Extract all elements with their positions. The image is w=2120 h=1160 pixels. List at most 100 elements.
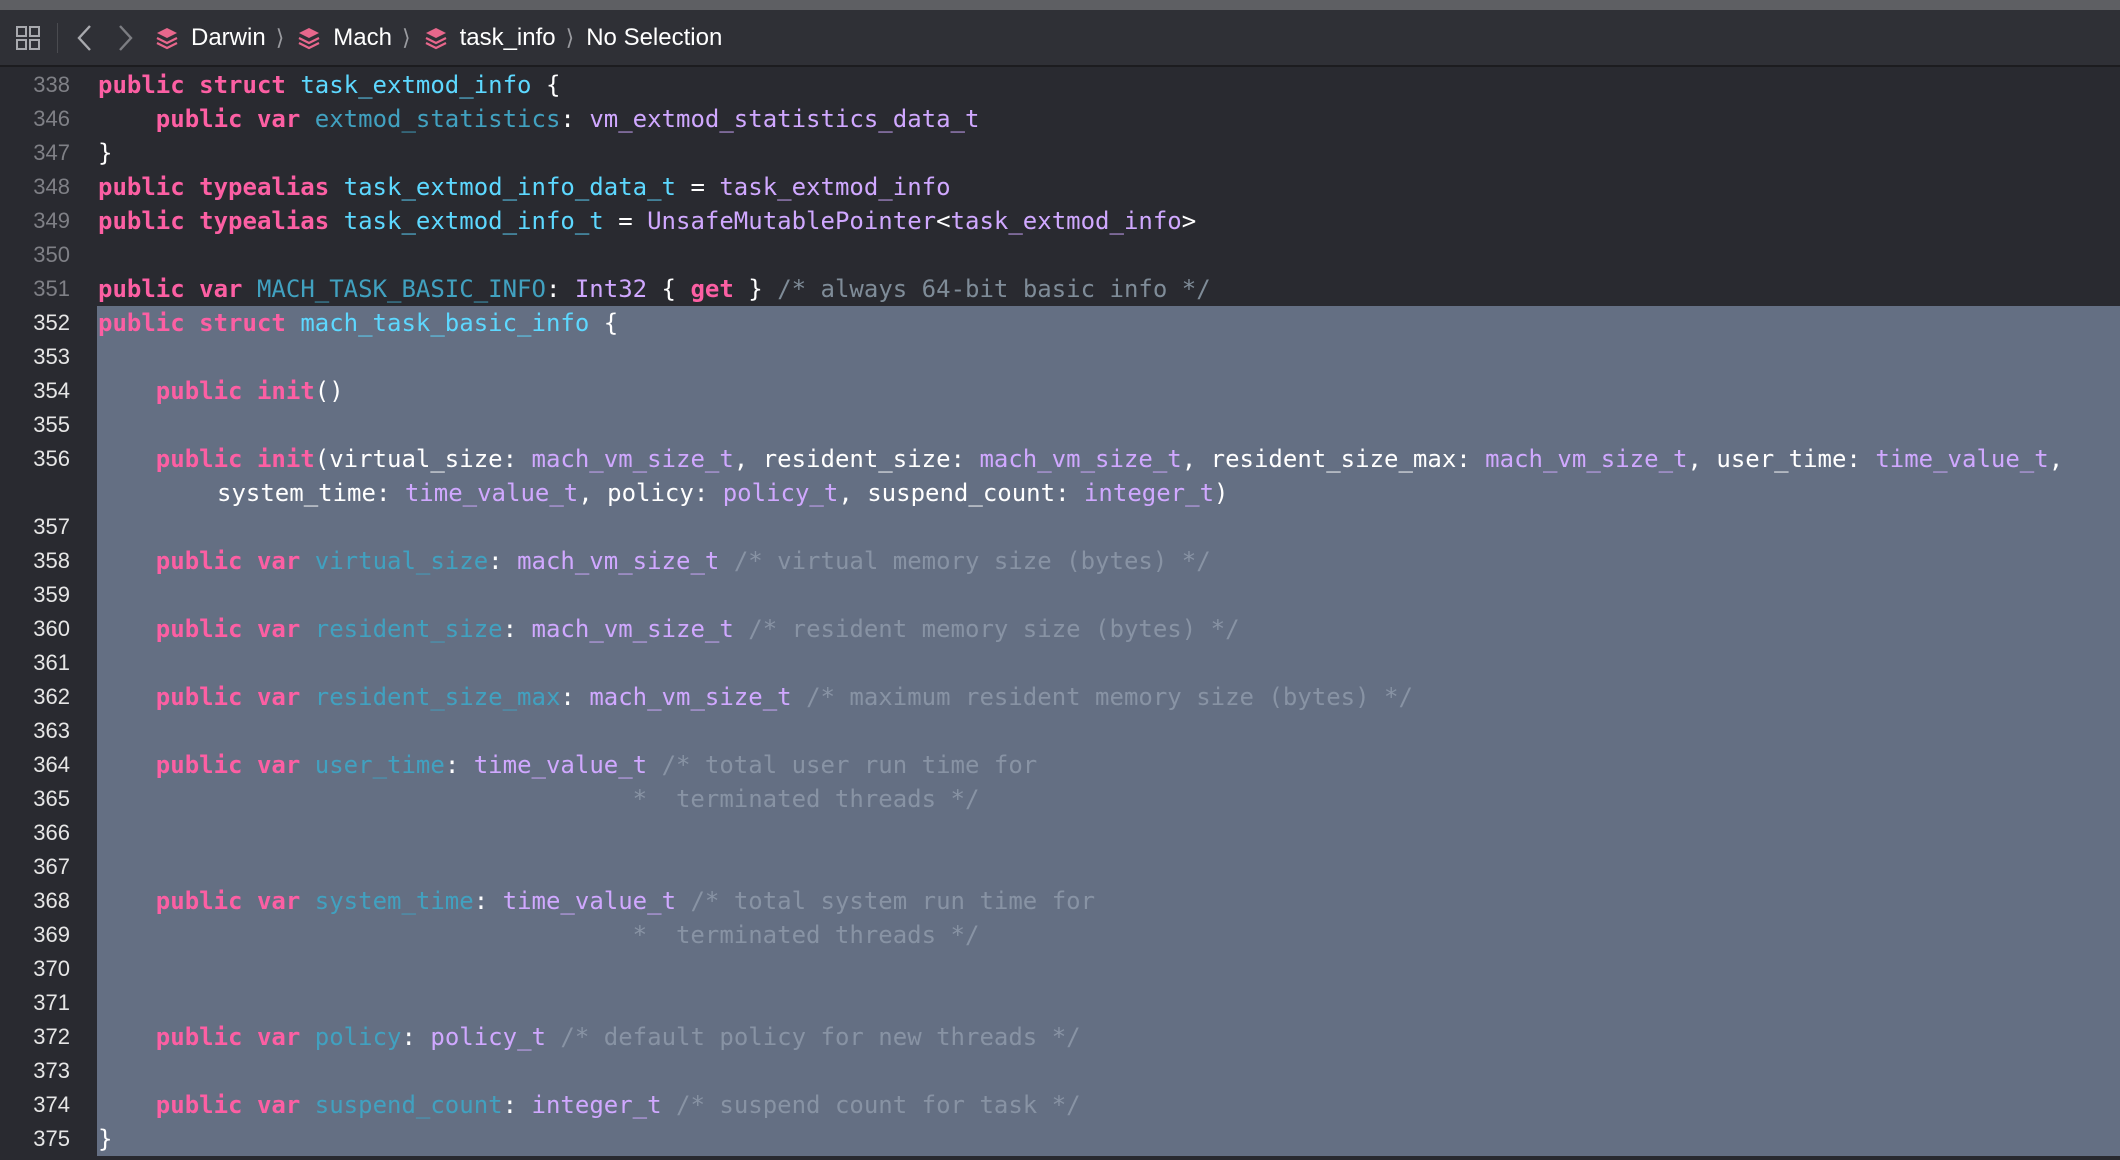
- keyword-token: var: [256, 751, 301, 779]
- keyword-token: public: [155, 751, 243, 779]
- code-token: , resident_size:: [733, 445, 980, 473]
- code-line[interactable]: 372 public var policy: policy_t /* defau…: [0, 1020, 2120, 1054]
- code-line[interactable]: 358 public var virtual_size: mach_vm_siz…: [0, 544, 2120, 578]
- code-line[interactable]: 362 public var resident_size_max: mach_v…: [0, 680, 2120, 714]
- wrapped-line-continuation: system_time: time_value_t, policy: polic…: [98, 476, 2120, 510]
- line-number: 366: [33, 820, 70, 845]
- code-line[interactable]: 369 * terminated threads */: [0, 918, 2120, 952]
- code-token: {: [531, 71, 561, 99]
- code-token: :: [560, 683, 590, 711]
- property-token: virtual_size: [314, 547, 489, 575]
- code-text: * terminated threads */: [98, 918, 2120, 952]
- code-line[interactable]: 351 public var MACH_TASK_BASIC_INFO: Int3…: [0, 272, 2120, 306]
- jump-bar-divider: [57, 22, 58, 53]
- code-line[interactable]: 349 public typealias task_extmod_info_t =…: [0, 204, 2120, 238]
- line-number: 353: [33, 344, 70, 369]
- comment-token: /* maximum resident memory size (bytes) …: [806, 683, 1413, 711]
- line-number: 369: [33, 922, 70, 947]
- grid-icon[interactable]: [13, 23, 43, 53]
- property-token: resident_size_max: [314, 683, 561, 711]
- code-line[interactable]: 348 public typealias task_extmod_info_dat…: [0, 170, 2120, 204]
- chevron-left-icon[interactable]: [70, 21, 98, 55]
- chevron-right-icon[interactable]: [112, 21, 140, 55]
- code-line[interactable]: 354 public init(): [0, 374, 2120, 408]
- keyword-token: public: [98, 207, 185, 235]
- code-text: public var resident_size_max: mach_vm_si…: [98, 680, 2120, 714]
- line-number: 370: [33, 956, 70, 981]
- code-line[interactable]: 375}: [0, 1122, 2120, 1156]
- code-text: public var suspend_count: integer_t /* s…: [98, 1088, 2120, 1122]
- breadcrumb-label: task_info: [459, 23, 556, 51]
- code-line[interactable]: 357: [0, 510, 2120, 544]
- code-token: :: [401, 1023, 431, 1051]
- type-token: mach_vm_size_t: [1485, 445, 1688, 473]
- breadcrumb-task-info[interactable]: task_info: [423, 24, 556, 52]
- code-line[interactable]: 360 public var resident_size: mach_vm_si…: [0, 612, 2120, 646]
- keyword-token: public: [155, 1091, 243, 1119]
- comment-token: /* virtual memory size (bytes) */: [733, 547, 1211, 575]
- keyword-token: public: [98, 275, 185, 303]
- code-text: }: [98, 136, 2120, 170]
- code-line[interactable]: 370: [0, 952, 2120, 986]
- keyword-token: public: [98, 71, 185, 99]
- line-number: 346: [33, 106, 70, 131]
- keyword-token: var: [199, 275, 243, 303]
- declaration-token: task_extmod_info_t: [343, 207, 604, 235]
- breadcrumb-darwin[interactable]: Darwin: [154, 24, 266, 52]
- code-text: public var resident_size: mach_vm_size_t…: [98, 612, 2120, 646]
- code-token: , policy:: [578, 479, 723, 507]
- code-line[interactable]: 371: [0, 986, 2120, 1020]
- keyword-token: init: [256, 377, 315, 405]
- code-line[interactable]: 350: [0, 238, 2120, 272]
- breadcrumb-no-selection[interactable]: No Selection: [586, 24, 722, 52]
- code-line[interactable]: 366: [0, 816, 2120, 850]
- code-line[interactable]: 374 public var suspend_count: integer_t …: [0, 1088, 2120, 1122]
- code-line[interactable]: 365 * terminated threads */: [0, 782, 2120, 816]
- code-line[interactable]: 352 public struct mach_task_basic_info {: [0, 306, 2120, 340]
- code-line[interactable]: 347}: [0, 136, 2120, 170]
- code-token: =: [603, 207, 648, 235]
- code-line[interactable]: 361: [0, 646, 2120, 680]
- breadcrumb-mach[interactable]: Mach: [296, 24, 392, 52]
- property-token: user_time: [314, 751, 445, 779]
- line-number: 374: [33, 1092, 70, 1117]
- comment-token: /* total system run time for: [690, 887, 1096, 915]
- breadcrumb-label: Mach: [333, 23, 392, 51]
- breadcrumb-separator-icon: ⟩: [401, 24, 411, 50]
- comment-token: /* resident memory size (bytes) */: [748, 615, 1240, 643]
- code-token: }: [733, 275, 778, 303]
- code-token: {: [589, 309, 619, 337]
- code-line[interactable]: 353: [0, 340, 2120, 374]
- code-line[interactable]: 338 public struct task_extmod_info {: [0, 68, 2120, 102]
- code-text: * terminated threads */: [98, 782, 2120, 816]
- line-number: 362: [33, 684, 70, 709]
- code-editor[interactable]: 338 public struct task_extmod_info {346 p…: [0, 67, 2120, 1156]
- code-line[interactable]: 356 public init(virtual_size: mach_vm_si…: [0, 442, 2120, 510]
- code-line[interactable]: 367: [0, 850, 2120, 884]
- code-line[interactable]: 363: [0, 714, 2120, 748]
- code-line[interactable]: 359: [0, 578, 2120, 612]
- code-line[interactable]: 364 public var user_time: time_value_t /…: [0, 748, 2120, 782]
- code-line[interactable]: 355: [0, 408, 2120, 442]
- breadcrumb-separator-icon: ⟩: [565, 24, 575, 50]
- code-line[interactable]: 346 public var extmod_statistics: vm_ext…: [0, 102, 2120, 136]
- code-line[interactable]: 373: [0, 1054, 2120, 1088]
- code-line[interactable]: 368 public var system_time: time_value_t…: [0, 884, 2120, 918]
- property-token: policy: [314, 1023, 402, 1051]
